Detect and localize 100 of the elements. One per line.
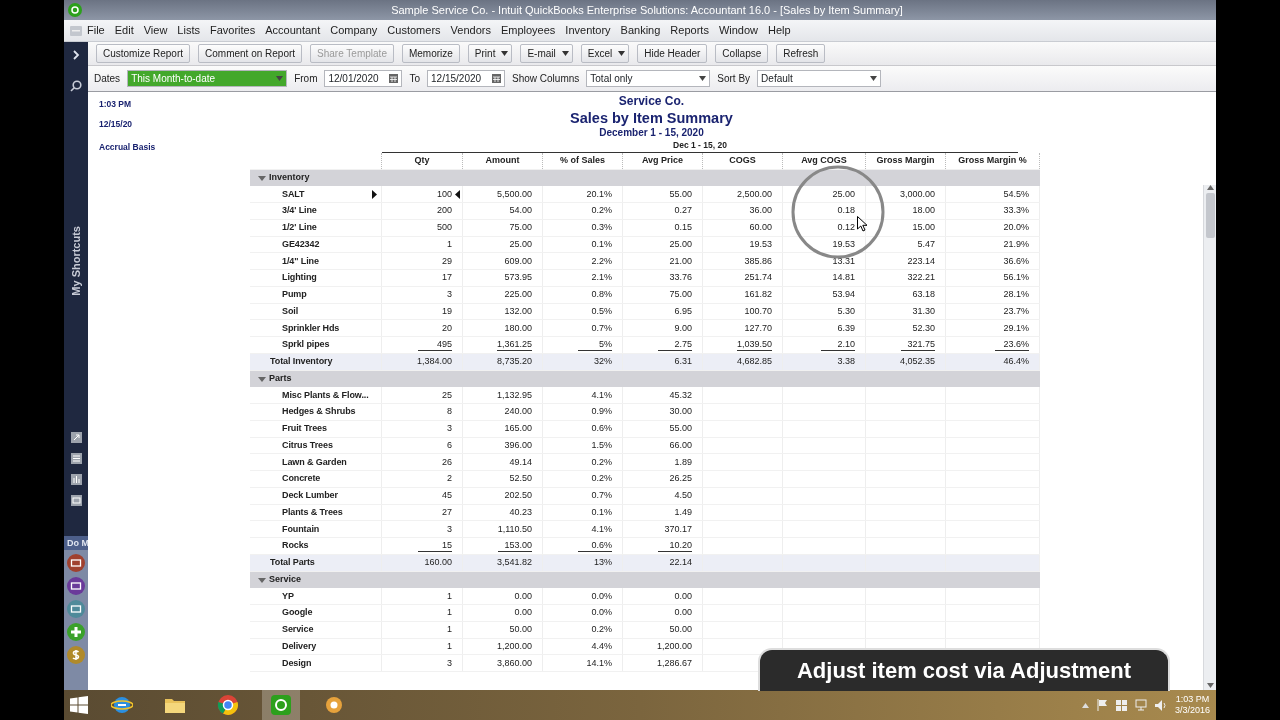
- table-cell: 60.00: [749, 221, 772, 235]
- menu-item[interactable]: Company: [325, 22, 383, 39]
- menu-item[interactable]: Edit: [109, 22, 139, 39]
- window-icon[interactable]: [70, 494, 82, 506]
- menu-item[interactable]: Lists: [172, 22, 205, 39]
- item-name[interactable]: Plants & Trees: [282, 505, 343, 520]
- column-header[interactable]: Avg Price: [623, 152, 703, 169]
- section-header[interactable]: Do M: [64, 535, 88, 550]
- item-name[interactable]: GE42342: [282, 237, 320, 252]
- item-name[interactable]: Fruit Trees: [282, 422, 327, 436]
- item-name[interactable]: Service: [282, 623, 314, 637]
- menu-item[interactable]: Favorites: [205, 22, 261, 39]
- toolbar-button[interactable]: Customize Report: [96, 44, 191, 63]
- item-name[interactable]: Hedges & Shrubs: [282, 405, 356, 419]
- dropdown-button[interactable]: Print: [467, 44, 513, 63]
- menu-item[interactable]: Employees: [495, 22, 561, 39]
- table-cell: 22.14: [669, 556, 692, 570]
- item-name[interactable]: Deck Lumber: [282, 489, 338, 503]
- item-name[interactable]: Delivery: [282, 639, 317, 654]
- toolbar-button[interactable]: Refresh: [776, 44, 826, 63]
- collapse-triangle-icon[interactable]: [258, 577, 266, 583]
- item-name[interactable]: Sprinkler Hds: [282, 321, 340, 336]
- item-name[interactable]: Fountain: [282, 522, 320, 537]
- column-header[interactable]: Avg COGS: [783, 152, 866, 169]
- scroll-down-icon[interactable]: [1206, 683, 1214, 688]
- calendar-icon[interactable]: [492, 74, 502, 83]
- menu-item[interactable]: File: [82, 22, 110, 39]
- menu-item[interactable]: Help: [763, 22, 796, 39]
- show-hidden-icon[interactable]: [1081, 702, 1089, 708]
- menu-item[interactable]: View: [138, 22, 173, 39]
- column-header[interactable]: Gross Margin %: [946, 152, 1040, 169]
- menu-item[interactable]: Inventory: [560, 22, 616, 39]
- plus-icon[interactable]: [67, 622, 85, 641]
- search-icon[interactable]: [70, 80, 82, 92]
- table-cell-text: 3: [447, 522, 452, 536]
- item-name[interactable]: Lawn & Garden: [282, 455, 347, 470]
- dropdown-button[interactable]: E-mail: [520, 44, 573, 63]
- menu-item[interactable]: Accountant: [260, 22, 326, 39]
- item-name[interactable]: Rocks: [282, 539, 309, 553]
- table-cell-text: 19.53: [749, 237, 772, 251]
- item-name[interactable]: Citrus Trees: [282, 438, 333, 453]
- flag-icon[interactable]: [1096, 699, 1108, 711]
- table-cell-text: 0.2%: [591, 455, 612, 469]
- windows-icon[interactable]: [1115, 699, 1127, 711]
- calendar-icon[interactable]: [389, 74, 399, 83]
- id-card-icon[interactable]: [67, 553, 85, 572]
- table-cell-text: 5.30: [837, 304, 855, 318]
- card-icon[interactable]: [67, 576, 85, 595]
- menu-item[interactable]: Customers: [382, 22, 446, 39]
- toolbar-button[interactable]: Comment on Report: [198, 44, 303, 63]
- menu-item[interactable]: Vendors: [445, 22, 496, 39]
- toolbar-button[interactable]: Collapse: [715, 44, 769, 63]
- printer-icon[interactable]: [67, 599, 85, 618]
- item-name[interactable]: 1/2' Line: [282, 221, 317, 235]
- column-header[interactable]: COGS: [703, 152, 783, 169]
- item-name[interactable]: Design: [282, 656, 312, 671]
- date-field[interactable]: 12/15/2020: [427, 70, 506, 87]
- table-cell-text: 5,500.00: [496, 187, 532, 201]
- shortcut-icon[interactable]: [70, 431, 82, 443]
- speaker-icon[interactable]: [1154, 699, 1167, 711]
- dollar-icon[interactable]: [67, 645, 85, 664]
- collapse-triangle-icon[interactable]: [258, 376, 266, 382]
- toolbar-button[interactable]: Memorize: [401, 44, 460, 63]
- menu-item[interactable]: Banking: [615, 22, 666, 39]
- item-name[interactable]: 3/4' Line: [282, 204, 317, 218]
- item-name[interactable]: Pump: [282, 288, 307, 302]
- scroll-up-icon[interactable]: [1206, 185, 1214, 190]
- field-label: Dates: [94, 72, 121, 86]
- dropdown-button[interactable]: Excel: [580, 44, 630, 63]
- column-header[interactable]: Amount: [463, 152, 543, 169]
- column-header[interactable]: Qty: [382, 152, 463, 169]
- chart-icon[interactable]: [70, 473, 82, 485]
- item-name[interactable]: Concrete: [282, 472, 321, 486]
- date-field[interactable]: 12/01/2020: [324, 70, 403, 87]
- item-name[interactable]: SALT: [282, 187, 305, 202]
- item-name[interactable]: Soil: [282, 304, 299, 319]
- item-name[interactable]: Misc Plants & Flow...: [282, 388, 369, 403]
- collapse-triangle-icon[interactable]: [258, 175, 266, 181]
- scroll-thumb[interactable]: [1205, 193, 1215, 238]
- start-icon[interactable]: [70, 696, 88, 714]
- item-name[interactable]: Sprkl pipes: [282, 338, 330, 352]
- column-header[interactable]: % of Sales: [543, 152, 623, 169]
- menu-item[interactable]: Window: [713, 22, 763, 39]
- list-icon[interactable]: [70, 452, 82, 464]
- dropdown-field[interactable]: Default: [757, 70, 882, 87]
- table-cell-text: 132.00: [504, 304, 532, 318]
- item-name[interactable]: Google: [282, 606, 313, 620]
- dropdown-field[interactable]: Total only: [586, 70, 711, 87]
- sidebar-title[interactable]: My Shortcuts: [67, 226, 85, 296]
- item-name[interactable]: Lighting: [282, 271, 317, 285]
- menu-item[interactable]: Reports: [665, 22, 714, 39]
- item-name[interactable]: 1/4" Line: [282, 254, 319, 269]
- table-cell: 161.82: [744, 288, 772, 302]
- app-logo-icon[interactable]: [270, 694, 292, 716]
- toolbar-button[interactable]: Hide Header: [637, 44, 708, 63]
- browser-icon[interactable]: [217, 694, 239, 716]
- item-name[interactable]: YP: [282, 589, 294, 604]
- expand-icon[interactable]: [71, 50, 81, 60]
- column-header[interactable]: Gross Margin: [866, 152, 946, 169]
- browser-icon[interactable]: [111, 694, 133, 716]
